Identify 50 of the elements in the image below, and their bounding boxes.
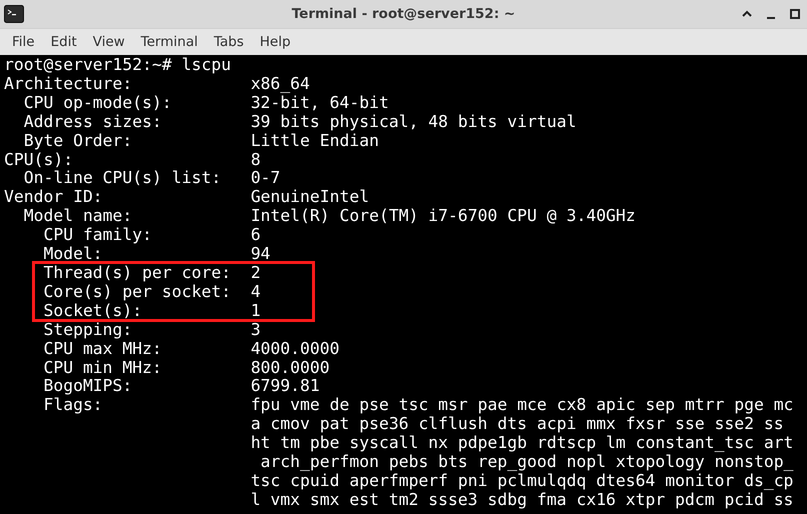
terminal-icon: [4, 5, 24, 23]
field-value: ht tm pbe syscall nx pdpe1gb rdtscp lm constant_tsc art: [250, 434, 794, 454]
field-label: Thread(s) per core:: [43, 264, 232, 283]
field-label: CPU min MHz:: [43, 358, 163, 378]
field-label: Socket(s):: [43, 302, 144, 321]
field-value: 2: [250, 264, 261, 283]
field-value: fpu vme de pse tsc msr pae mce cx8 apic sep mtrr pge mc: [250, 396, 794, 416]
menu-item[interactable]: Tabs: [206, 34, 252, 50]
field-value: x86_64: [250, 74, 310, 94]
field-label: CPU op-mode(s):: [24, 94, 173, 113]
field-label: On-line CPU(s) list:: [24, 169, 222, 188]
field-label: Model name:: [24, 207, 134, 226]
field-value: l vmx smx est tm2 ssse3 sdbg fma cx16 xtpr pdcm pcid ss: [250, 490, 794, 510]
field-value: tsc cpuid aperfmperf pni pclmulqdq dtes64 monitor ds_cp: [250, 472, 794, 491]
field-value: GenuineIntel: [250, 188, 370, 208]
field-label: Model:: [43, 245, 104, 264]
field-label: Address sizes:: [24, 112, 163, 132]
field-value: Intel(R) Core(TM) i7-6700 CPU @ 3.40GHz: [250, 207, 636, 226]
field-value: Little Endian: [250, 132, 379, 151]
menu-item[interactable]: Terminal: [132, 34, 206, 50]
field-value: 6799.81: [250, 377, 320, 396]
field-value: 3: [250, 320, 261, 340]
field-label: Byte Order:: [24, 132, 134, 151]
field-value: 94: [250, 245, 270, 264]
field-label: Vendor ID:: [4, 188, 104, 208]
field-value: 4000.0000: [250, 340, 340, 358]
field-value: 32-bit, 64-bit: [250, 94, 389, 113]
menu-item[interactable]: Help: [252, 34, 299, 50]
field-value: arch_perfmon pebs bts rep_good nopl xtopology nonstop_: [260, 453, 794, 472]
field-value: 800.0000: [250, 358, 330, 378]
field-label: BogoMIPS:: [43, 377, 134, 396]
field-value: 6: [250, 226, 261, 246]
window-title: Terminal - root@server152: ~: [292, 6, 516, 22]
command-prompt: root@server152:~# lscpu: [4, 56, 232, 75]
field-value: 0-7: [250, 169, 280, 188]
field-value: 8: [250, 150, 261, 170]
menu-item[interactable]: File: [4, 34, 43, 50]
field-value: 4: [250, 282, 261, 302]
menu-item[interactable]: View: [84, 34, 133, 50]
field-label: Core(s) per socket:: [43, 282, 232, 302]
field-label: CPU(s):: [4, 150, 74, 170]
field-value: 1: [250, 302, 261, 321]
field-value: 39 bits physical, 48 bits virtual: [250, 112, 576, 132]
field-label: Stepping:: [43, 320, 134, 340]
field-label: CPU max MHz:: [43, 340, 163, 358]
field-label: CPU family:: [43, 226, 154, 246]
menu-item[interactable]: Edit: [42, 34, 85, 50]
field-label: Flags:: [43, 396, 104, 416]
field-value: a cmov pat pse36 clflush dts acpi mmx fxsr sse sse2 ss: [250, 415, 785, 434]
field-label: Architecture:: [4, 74, 134, 94]
